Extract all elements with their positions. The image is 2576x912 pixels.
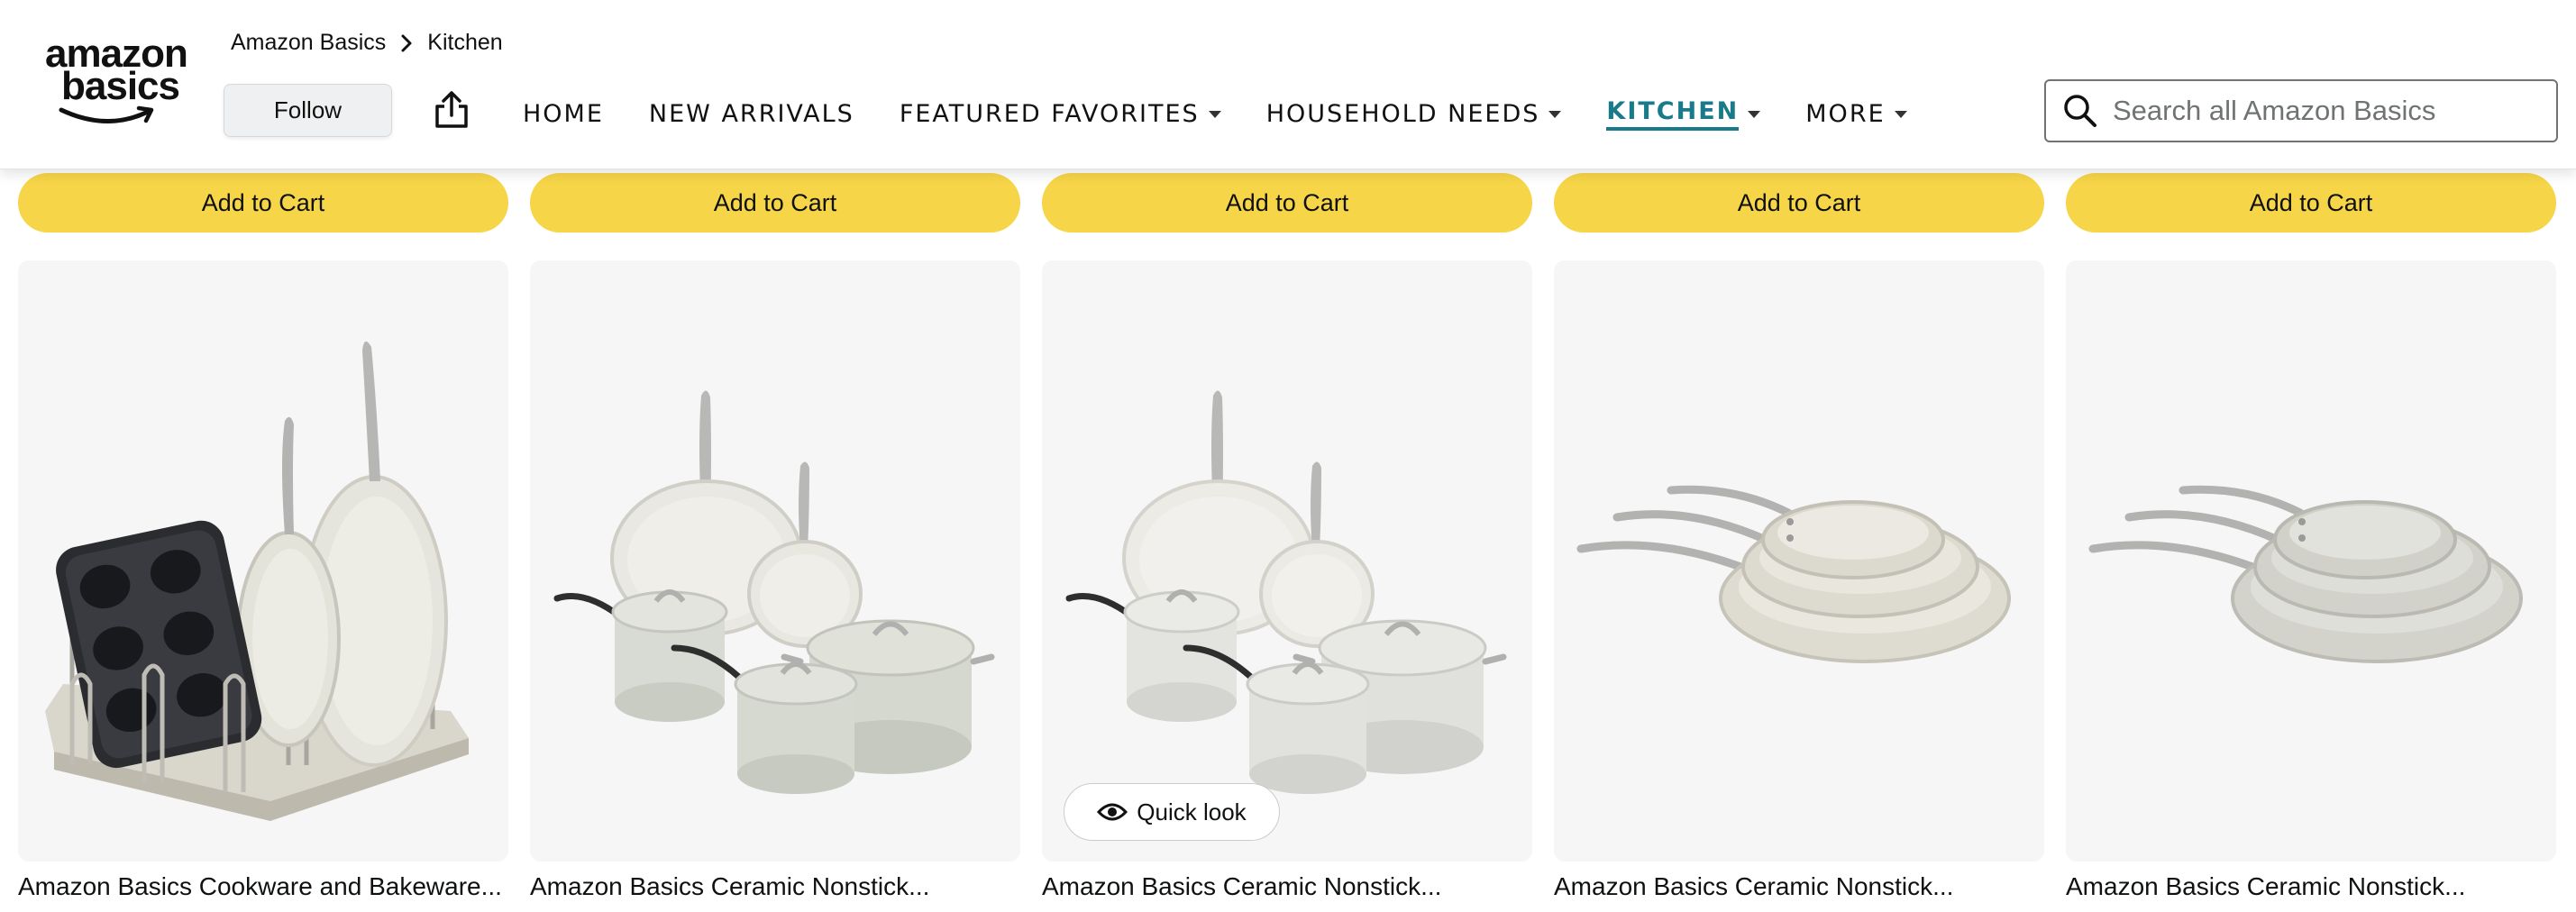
quick-look-button[interactable]: Quick look <box>1064 783 1280 841</box>
product-title[interactable]: Amazon Basics Cookware and Bakeware... <box>18 872 508 901</box>
nav-featured-favorites[interactable]: FEATURED FAVORITES <box>900 100 1221 133</box>
amazon-smile-icon <box>59 105 154 123</box>
eye-icon <box>1097 803 1128 821</box>
nav-home[interactable]: HOME <box>523 100 604 133</box>
add-to-cart-button[interactable]: Add to Cart <box>2066 173 2556 233</box>
product-title[interactable]: Amazon Basics Ceramic Nonstick... <box>1554 872 2044 901</box>
add-to-cart-button[interactable]: Add to Cart <box>1042 173 1532 233</box>
main-nav: HOME NEW ARRIVALS FEATURED FAVORITES HOU… <box>523 97 1952 136</box>
add-to-cart-button[interactable]: Add to Cart <box>1554 173 2044 233</box>
product-image-fry-pan-set-grey <box>2088 485 2523 663</box>
caret-down-icon <box>1208 110 1221 118</box>
breadcrumb-item-amazon-basics[interactable]: Amazon Basics <box>231 30 386 56</box>
nav-new-arrivals-label: NEW ARRIVALS <box>648 100 854 128</box>
product-card[interactable] <box>18 260 508 862</box>
product-image-fry-pan-set-cream <box>1576 485 2011 663</box>
nav-featured-favorites-label: FEATURED FAVORITES <box>899 100 1200 128</box>
product-title[interactable]: Amazon Basics Ceramic Nonstick... <box>1042 872 1532 901</box>
nav-new-arrivals[interactable]: NEW ARRIVALS <box>649 100 854 133</box>
logo-text-basics: basics <box>61 64 180 108</box>
add-to-cart-button[interactable]: Add to Cart <box>18 173 508 233</box>
product-title[interactable]: Amazon Basics Ceramic Nonstick... <box>2066 872 2556 901</box>
store-header: amazon basics Amazon Basics Kitchen Foll… <box>0 0 2576 169</box>
add-to-cart-row: Add to Cart Add to Cart Add to Cart Add … <box>0 173 2576 233</box>
product-title[interactable]: Amazon Basics Ceramic Nonstick... <box>530 872 1020 901</box>
breadcrumb-item-kitchen[interactable]: Kitchen <box>427 30 502 56</box>
amazon-basics-logo[interactable]: amazon basics <box>45 34 189 130</box>
nav-home-label: HOME <box>523 100 604 128</box>
nav-household-needs-label: HOUSEHOLD NEEDS <box>1265 100 1540 128</box>
caret-down-icon <box>1548 110 1562 118</box>
share-icon[interactable] <box>433 90 470 130</box>
chevron-right-icon <box>401 34 412 51</box>
product-image-cookware-set-grey <box>553 390 995 794</box>
breadcrumb: Amazon Basics Kitchen <box>231 30 503 56</box>
add-to-cart-button[interactable]: Add to Cart <box>530 173 1020 233</box>
product-image-organizer-rack <box>45 341 469 821</box>
search-icon <box>2064 95 2096 127</box>
nav-kitchen[interactable]: KITCHEN <box>1606 97 1761 136</box>
nav-household-needs[interactable]: HOUSEHOLD NEEDS <box>1266 100 1562 133</box>
nav-more-label: MORE <box>1805 100 1886 128</box>
search-box[interactable] <box>2044 79 2558 142</box>
product-card[interactable]: Quick look <box>1042 260 1532 862</box>
product-image-cookware-set-white <box>1065 390 1507 794</box>
search-input[interactable] <box>2113 95 2536 127</box>
caret-down-icon <box>1748 110 1761 118</box>
product-card[interactable] <box>2066 260 2556 862</box>
product-card[interactable] <box>1554 260 2044 862</box>
nav-more[interactable]: MORE <box>1805 100 1907 133</box>
quick-look-label: Quick look <box>1137 798 1247 825</box>
caret-down-icon <box>1894 110 1907 118</box>
product-card[interactable] <box>530 260 1020 862</box>
nav-kitchen-label: KITCHEN <box>1606 97 1740 131</box>
follow-button[interactable]: Follow <box>224 84 392 137</box>
